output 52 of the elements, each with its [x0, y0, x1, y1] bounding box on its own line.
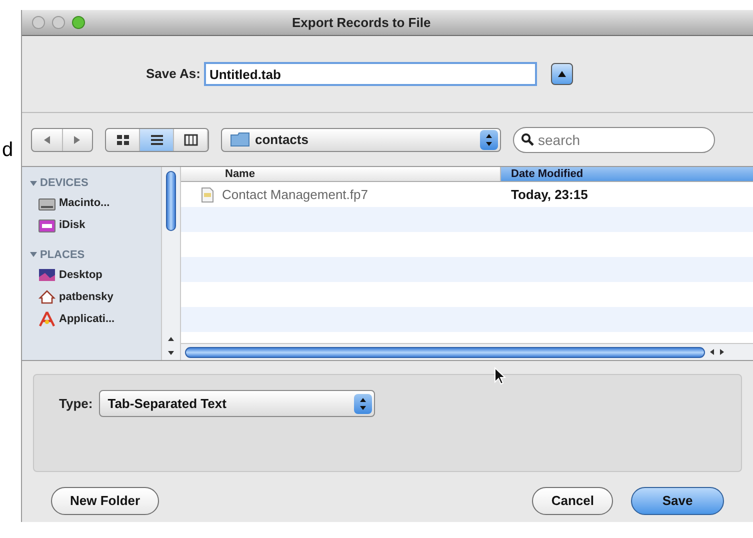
sidebar-item[interactable]: Desktop	[30, 265, 161, 285]
sidebar-item[interactable]: iDisk	[30, 216, 161, 236]
background-text: d	[1, 140, 14, 160]
vertical-scrollbar[interactable]	[161, 167, 181, 360]
forward-icon[interactable]	[73, 134, 82, 144]
scroll-thumb[interactable]	[166, 171, 176, 231]
push-button[interactable]: Cancel	[532, 487, 613, 515]
scroll-left-icon[interactable]	[709, 348, 715, 356]
mouse-pointer-icon	[494, 367, 506, 385]
list-view-icon	[150, 134, 164, 146]
scroll-down-icon[interactable]	[167, 350, 175, 356]
icon-view-icon	[116, 134, 130, 146]
folder-icon	[230, 132, 250, 147]
file-name-field[interactable]: Untitled.tab	[204, 62, 538, 86]
up-arrow-icon	[558, 71, 566, 77]
sidebar-item[interactable]: Macinto...	[30, 194, 161, 214]
default-button[interactable]: Save	[631, 487, 724, 515]
type-popup[interactable]: Tab-Separated Text	[98, 390, 375, 417]
column-header[interactable]: Date Modified	[501, 167, 753, 181]
zoom-button[interactable]	[72, 16, 85, 29]
sidebar-heading: PLACES	[40, 248, 85, 262]
expand-button[interactable]	[551, 63, 574, 85]
column-view-icon	[184, 134, 198, 146]
horizontal-scrollbar[interactable]	[181, 343, 753, 360]
scroll-right-icon[interactable]	[719, 348, 725, 356]
push-button[interactable]: New Folder	[51, 487, 160, 515]
sidebar-heading: DEVICES	[40, 176, 88, 191]
search-icon	[521, 132, 534, 146]
column-header[interactable]: Name	[181, 167, 501, 181]
sidebar-item[interactable]: patbensky	[30, 287, 161, 307]
document-icon	[201, 186, 214, 202]
hard-drive-icon	[38, 196, 56, 212]
stepper-icon	[480, 130, 498, 150]
back-icon[interactable]	[42, 134, 51, 144]
date-modified: Today, 23:15	[510, 186, 588, 204]
search-field[interactable]: search	[513, 126, 715, 152]
applications-icon	[38, 311, 56, 327]
sidebar-item[interactable]: Applicati...	[30, 309, 161, 329]
stepper-icon	[354, 394, 372, 414]
file-name: Contact Management.fp7	[222, 186, 368, 204]
window-title: Export Records to File	[292, 14, 431, 32]
house-icon	[38, 289, 56, 305]
view-mode-button[interactable]	[140, 128, 174, 150]
desktop-icon	[38, 267, 56, 283]
scroll-thumb[interactable]	[185, 346, 705, 358]
disclosure-triangle-icon[interactable]	[30, 180, 37, 187]
disclosure-triangle-icon[interactable]	[30, 251, 37, 258]
location-popup[interactable]: contacts	[221, 128, 501, 152]
scroll-up-icon[interactable]	[167, 336, 175, 342]
save-as-label: Save As:	[146, 65, 200, 84]
type-label: Type:	[59, 395, 93, 413]
back-forward-control[interactable]	[31, 128, 93, 152]
